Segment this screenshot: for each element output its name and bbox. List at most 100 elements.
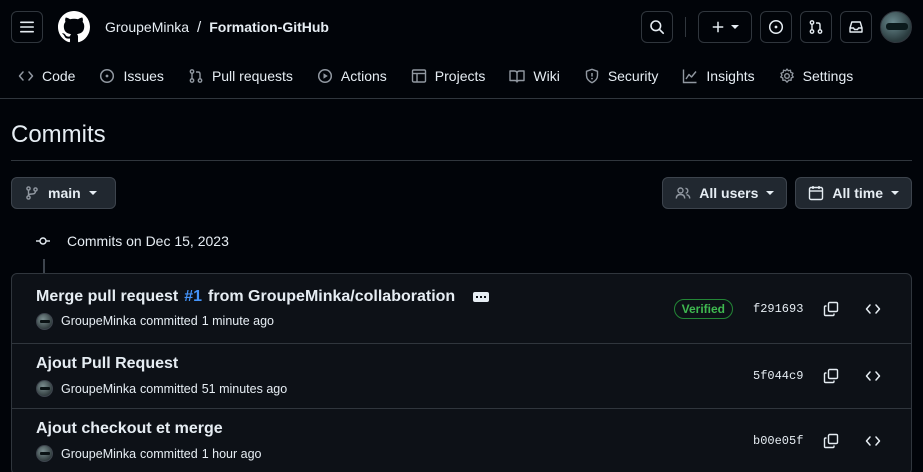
code-icon	[865, 436, 881, 446]
author-avatar[interactable]	[36, 380, 53, 397]
code-icon	[865, 303, 881, 314]
commit-filters: main All users All time	[11, 177, 912, 209]
author-avatar[interactable]	[36, 445, 53, 462]
copy-sha-button[interactable]	[817, 295, 845, 323]
book-icon	[509, 70, 526, 83]
commit-group-date: Commits on Dec 15, 2023	[67, 233, 229, 249]
create-new-button[interactable]	[698, 11, 752, 43]
tab-insights[interactable]: Insights	[682, 60, 766, 92]
copy-icon	[823, 368, 839, 384]
tab-wiki[interactable]: Wiki	[509, 60, 571, 92]
tab-projects[interactable]: Projects	[411, 60, 498, 92]
commit-meta: GroupeMinka committed 1 minute ago	[36, 312, 674, 330]
commit-time: 1 hour ago	[201, 446, 262, 461]
commit-author[interactable]: GroupeMinka	[61, 447, 136, 461]
issues-button[interactable]	[760, 11, 792, 43]
user-avatar[interactable]	[880, 11, 912, 43]
repo-header: GroupeMinka / Formation-GitHub Code Issu…	[0, 0, 923, 99]
tab-label: Code	[42, 68, 76, 84]
people-icon	[675, 187, 691, 199]
pull-request-icon	[809, 20, 823, 34]
expand-message-button[interactable]	[473, 291, 490, 302]
users-filter-label: All users	[699, 185, 759, 201]
copy-sha-button[interactable]	[817, 362, 845, 390]
commit-actions: Verified f291693	[673, 295, 887, 323]
inbox-icon	[849, 21, 863, 33]
breadcrumb-repo-link[interactable]: Formation-GitHub	[209, 19, 329, 35]
breadcrumb: GroupeMinka / Formation-GitHub	[105, 19, 329, 36]
commit-actions: 5f044c9	[753, 362, 887, 390]
commit-list: Merge pull request #1 from GroupeMinka/c…	[11, 273, 912, 472]
issue-opened-icon	[768, 19, 784, 35]
commit-sha[interactable]: f291693	[753, 302, 803, 316]
commit-action: committed	[140, 314, 198, 328]
browse-files-button[interactable]	[859, 295, 887, 323]
breadcrumb-owner-link[interactable]: GroupeMinka	[105, 19, 189, 35]
branch-select-button[interactable]: main	[11, 177, 116, 209]
commit-author[interactable]: GroupeMinka	[61, 382, 136, 396]
tab-label: Security	[607, 68, 659, 84]
tab-label: Issues	[123, 68, 164, 84]
timeline-connector	[43, 259, 45, 273]
shield-icon	[585, 68, 599, 84]
commit-title-prefix[interactable]: Merge pull request	[36, 288, 178, 306]
triangle-down-icon	[766, 191, 775, 195]
users-filter-button[interactable]: All users	[662, 177, 788, 209]
commit-row: Merge pull request #1 from GroupeMinka/c…	[12, 274, 911, 344]
tab-pull-requests[interactable]: Pull requests	[188, 60, 305, 92]
branch-name: main	[48, 185, 81, 201]
commit-title[interactable]: Merge pull request #1 from GroupeMinka/c…	[36, 288, 674, 306]
commit-actions: b00e05f	[753, 427, 887, 455]
breadcrumb-separator: /	[197, 18, 202, 36]
top-bar: GroupeMinka / Formation-GitHub	[0, 0, 923, 54]
commit-info: Ajout Pull Request GroupeMinka committed…	[36, 355, 753, 397]
header-divider	[685, 17, 686, 37]
commit-title[interactable]: Ajout Pull Request	[36, 355, 753, 373]
tab-actions[interactable]: Actions	[317, 60, 399, 92]
browse-files-button[interactable]	[859, 362, 887, 390]
code-icon	[865, 371, 881, 381]
tab-label: Insights	[706, 68, 755, 84]
tab-label: Actions	[340, 68, 387, 84]
tab-code[interactable]: Code	[18, 60, 87, 92]
tab-issues[interactable]: Issues	[99, 60, 175, 92]
tab-label: Wiki	[533, 68, 560, 84]
pull-requests-button[interactable]	[800, 11, 832, 43]
commit-time: 51 minutes ago	[201, 381, 288, 396]
triangle-down-icon	[731, 25, 739, 29]
commit-time: 1 minute ago	[201, 314, 274, 328]
github-logo-icon[interactable]	[57, 10, 91, 44]
copy-sha-button[interactable]	[817, 427, 845, 455]
commit-info: Merge pull request #1 from GroupeMinka/c…	[36, 288, 674, 330]
time-filter-button[interactable]: All time	[795, 177, 912, 209]
tab-security[interactable]: Security	[584, 60, 671, 92]
commit-sha[interactable]: 5f044c9	[753, 369, 803, 383]
search-button[interactable]	[641, 11, 673, 43]
plus-icon	[712, 21, 724, 33]
commit-action: committed	[140, 381, 198, 396]
ellipsis-dot	[484, 295, 487, 298]
repo-nav-tabs: Code Issues Pull requests Actions Projec…	[0, 54, 923, 98]
commit-meta: GroupeMinka committed 51 minutes ago	[36, 380, 753, 397]
verified-badge[interactable]: Verified	[673, 298, 733, 319]
play-icon	[317, 68, 332, 84]
code-icon	[18, 71, 34, 81]
right-filters: All users All time	[662, 177, 912, 209]
commit-author[interactable]: GroupeMinka	[61, 314, 136, 328]
tab-settings[interactable]: Settings	[779, 60, 866, 92]
git-branch-icon	[26, 186, 38, 200]
pull-request-icon	[189, 69, 203, 83]
commit-sha[interactable]: b00e05f	[753, 434, 803, 448]
commit-title[interactable]: Ajout checkout et merge	[36, 420, 753, 438]
inbox-button[interactable]	[840, 11, 872, 43]
triangle-down-icon	[88, 191, 97, 195]
issue-opened-icon	[100, 68, 115, 84]
commit-title-suffix[interactable]: from GroupeMinka/collaboration	[208, 288, 455, 306]
hamburger-menu-button[interactable]	[11, 11, 43, 43]
copy-icon	[823, 433, 839, 449]
browse-files-button[interactable]	[859, 427, 887, 455]
pull-request-link[interactable]: #1	[184, 288, 202, 306]
commit-group-header: Commits on Dec 15, 2023	[35, 233, 912, 249]
page-title: Commits	[11, 121, 912, 161]
author-avatar[interactable]	[36, 312, 53, 330]
